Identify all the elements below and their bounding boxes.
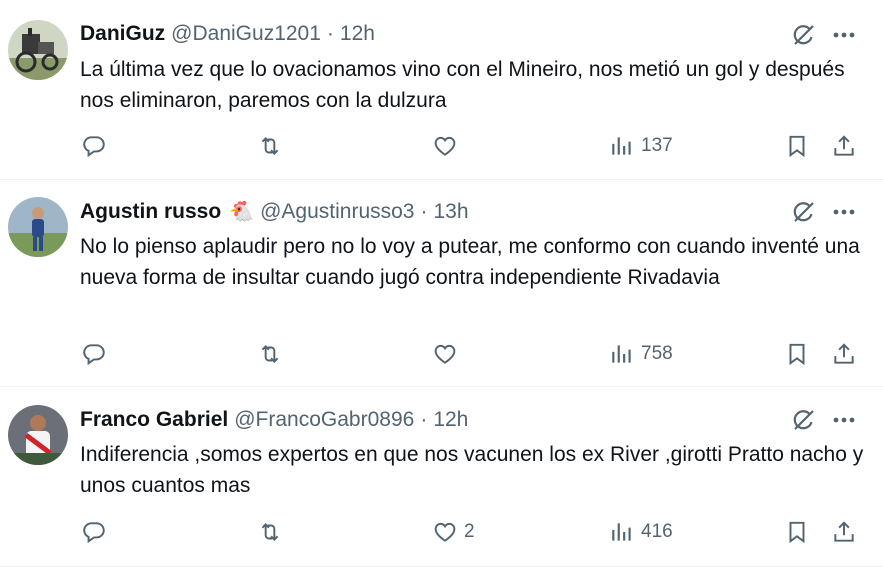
- user-handle[interactable]: @Agustinrusso3: [260, 198, 414, 226]
- views-button[interactable]: 758: [609, 339, 673, 369]
- timestamp[interactable]: 12h: [340, 20, 375, 48]
- bookmark-button[interactable]: [784, 339, 810, 369]
- share-icon: [834, 135, 854, 156]
- more-icon[interactable]: [830, 406, 858, 434]
- display-name[interactable]: Agustin russo: [80, 198, 221, 226]
- display-name[interactable]: DaniGuz: [80, 20, 165, 48]
- views-icon: [612, 137, 631, 155]
- retweet-button[interactable]: [257, 131, 283, 161]
- like-button[interactable]: [432, 339, 464, 369]
- bookmark-icon: [789, 521, 805, 544]
- timestamp[interactable]: 12h: [433, 406, 468, 434]
- grok-icon[interactable]: [790, 198, 818, 226]
- tweet-text: No lo pienso aplaudir pero no lo voy a p…: [80, 235, 860, 289]
- separator-dot: ·: [326, 22, 334, 45]
- reply-icon: [83, 522, 105, 544]
- display-name[interactable]: Franco Gabriel: [80, 406, 228, 434]
- retweet-icon: [261, 137, 279, 155]
- bookmark-icon: [789, 343, 805, 366]
- tweet-actions: 137: [0, 131, 883, 161]
- share-button[interactable]: [831, 339, 857, 369]
- share-button[interactable]: [831, 517, 857, 547]
- heart-icon: [434, 344, 456, 364]
- tweet[interactable]: DaniGuz @DaniGuz1201 · 12h La última vez…: [0, 0, 883, 180]
- views-icon: [612, 345, 631, 363]
- tweet-text: La última vez que lo ovacionamos vino co…: [80, 58, 845, 112]
- views-icon: [612, 523, 631, 541]
- name-emoji: 🐔: [229, 201, 255, 223]
- retweet-button[interactable]: [257, 517, 283, 547]
- views-button[interactable]: 416: [609, 517, 673, 547]
- bookmark-button[interactable]: [784, 131, 810, 161]
- tweet-actions: 758: [0, 339, 883, 369]
- bookmark-button[interactable]: [784, 517, 810, 547]
- avatar[interactable]: [8, 197, 68, 257]
- view-count: 758: [641, 343, 673, 364]
- retweet-icon: [261, 523, 279, 541]
- avatar[interactable]: [8, 405, 68, 465]
- reply-icon: [83, 344, 105, 366]
- tweet-actions: 2 416: [0, 517, 883, 547]
- user-handle[interactable]: @DaniGuz1201: [171, 20, 321, 48]
- view-count: 416: [641, 521, 673, 542]
- tweet[interactable]: Agustin russo 🐔 @Agustinrusso3 · 13h No …: [0, 180, 883, 387]
- more-icon[interactable]: [830, 198, 858, 226]
- grok-icon[interactable]: [790, 21, 818, 49]
- tweet-header: Agustin russo 🐔 @Agustinrusso3 · 13h: [80, 198, 469, 226]
- tweet-text: Indiferencia ,somos expertos en que nos …: [80, 443, 864, 497]
- like-count: 2: [464, 521, 475, 542]
- share-icon: [834, 343, 854, 364]
- views-button[interactable]: 137: [609, 131, 673, 161]
- retweet-button[interactable]: [257, 339, 283, 369]
- user-handle[interactable]: @FrancoGabr0896: [234, 406, 414, 434]
- avatar[interactable]: [8, 20, 68, 80]
- reply-button[interactable]: [81, 517, 107, 547]
- share-icon: [834, 521, 854, 542]
- separator-dot: ·: [420, 200, 428, 223]
- like-button[interactable]: 2: [432, 517, 475, 547]
- heart-icon: [434, 522, 456, 542]
- tweet-header: DaniGuz @DaniGuz1201 · 12h: [80, 20, 375, 48]
- retweet-icon: [261, 345, 279, 363]
- grok-icon[interactable]: [790, 406, 818, 434]
- bookmark-icon: [789, 135, 805, 158]
- timestamp[interactable]: 13h: [434, 198, 469, 226]
- like-button[interactable]: [432, 131, 464, 161]
- more-icon[interactable]: [830, 21, 858, 49]
- share-button[interactable]: [831, 131, 857, 161]
- reply-icon: [83, 136, 105, 158]
- view-count: 137: [641, 135, 673, 156]
- reply-button[interactable]: [81, 339, 107, 369]
- replies-feed: DaniGuz @DaniGuz1201 · 12h La última vez…: [0, 0, 883, 567]
- tweet[interactable]: Franco Gabriel @FrancoGabr0896 · 12h Ind…: [0, 387, 883, 567]
- heart-icon: [434, 136, 456, 156]
- reply-button[interactable]: [81, 131, 107, 161]
- separator-dot: ·: [420, 408, 428, 431]
- tweet-header: Franco Gabriel @FrancoGabr0896 · 12h: [80, 406, 468, 434]
